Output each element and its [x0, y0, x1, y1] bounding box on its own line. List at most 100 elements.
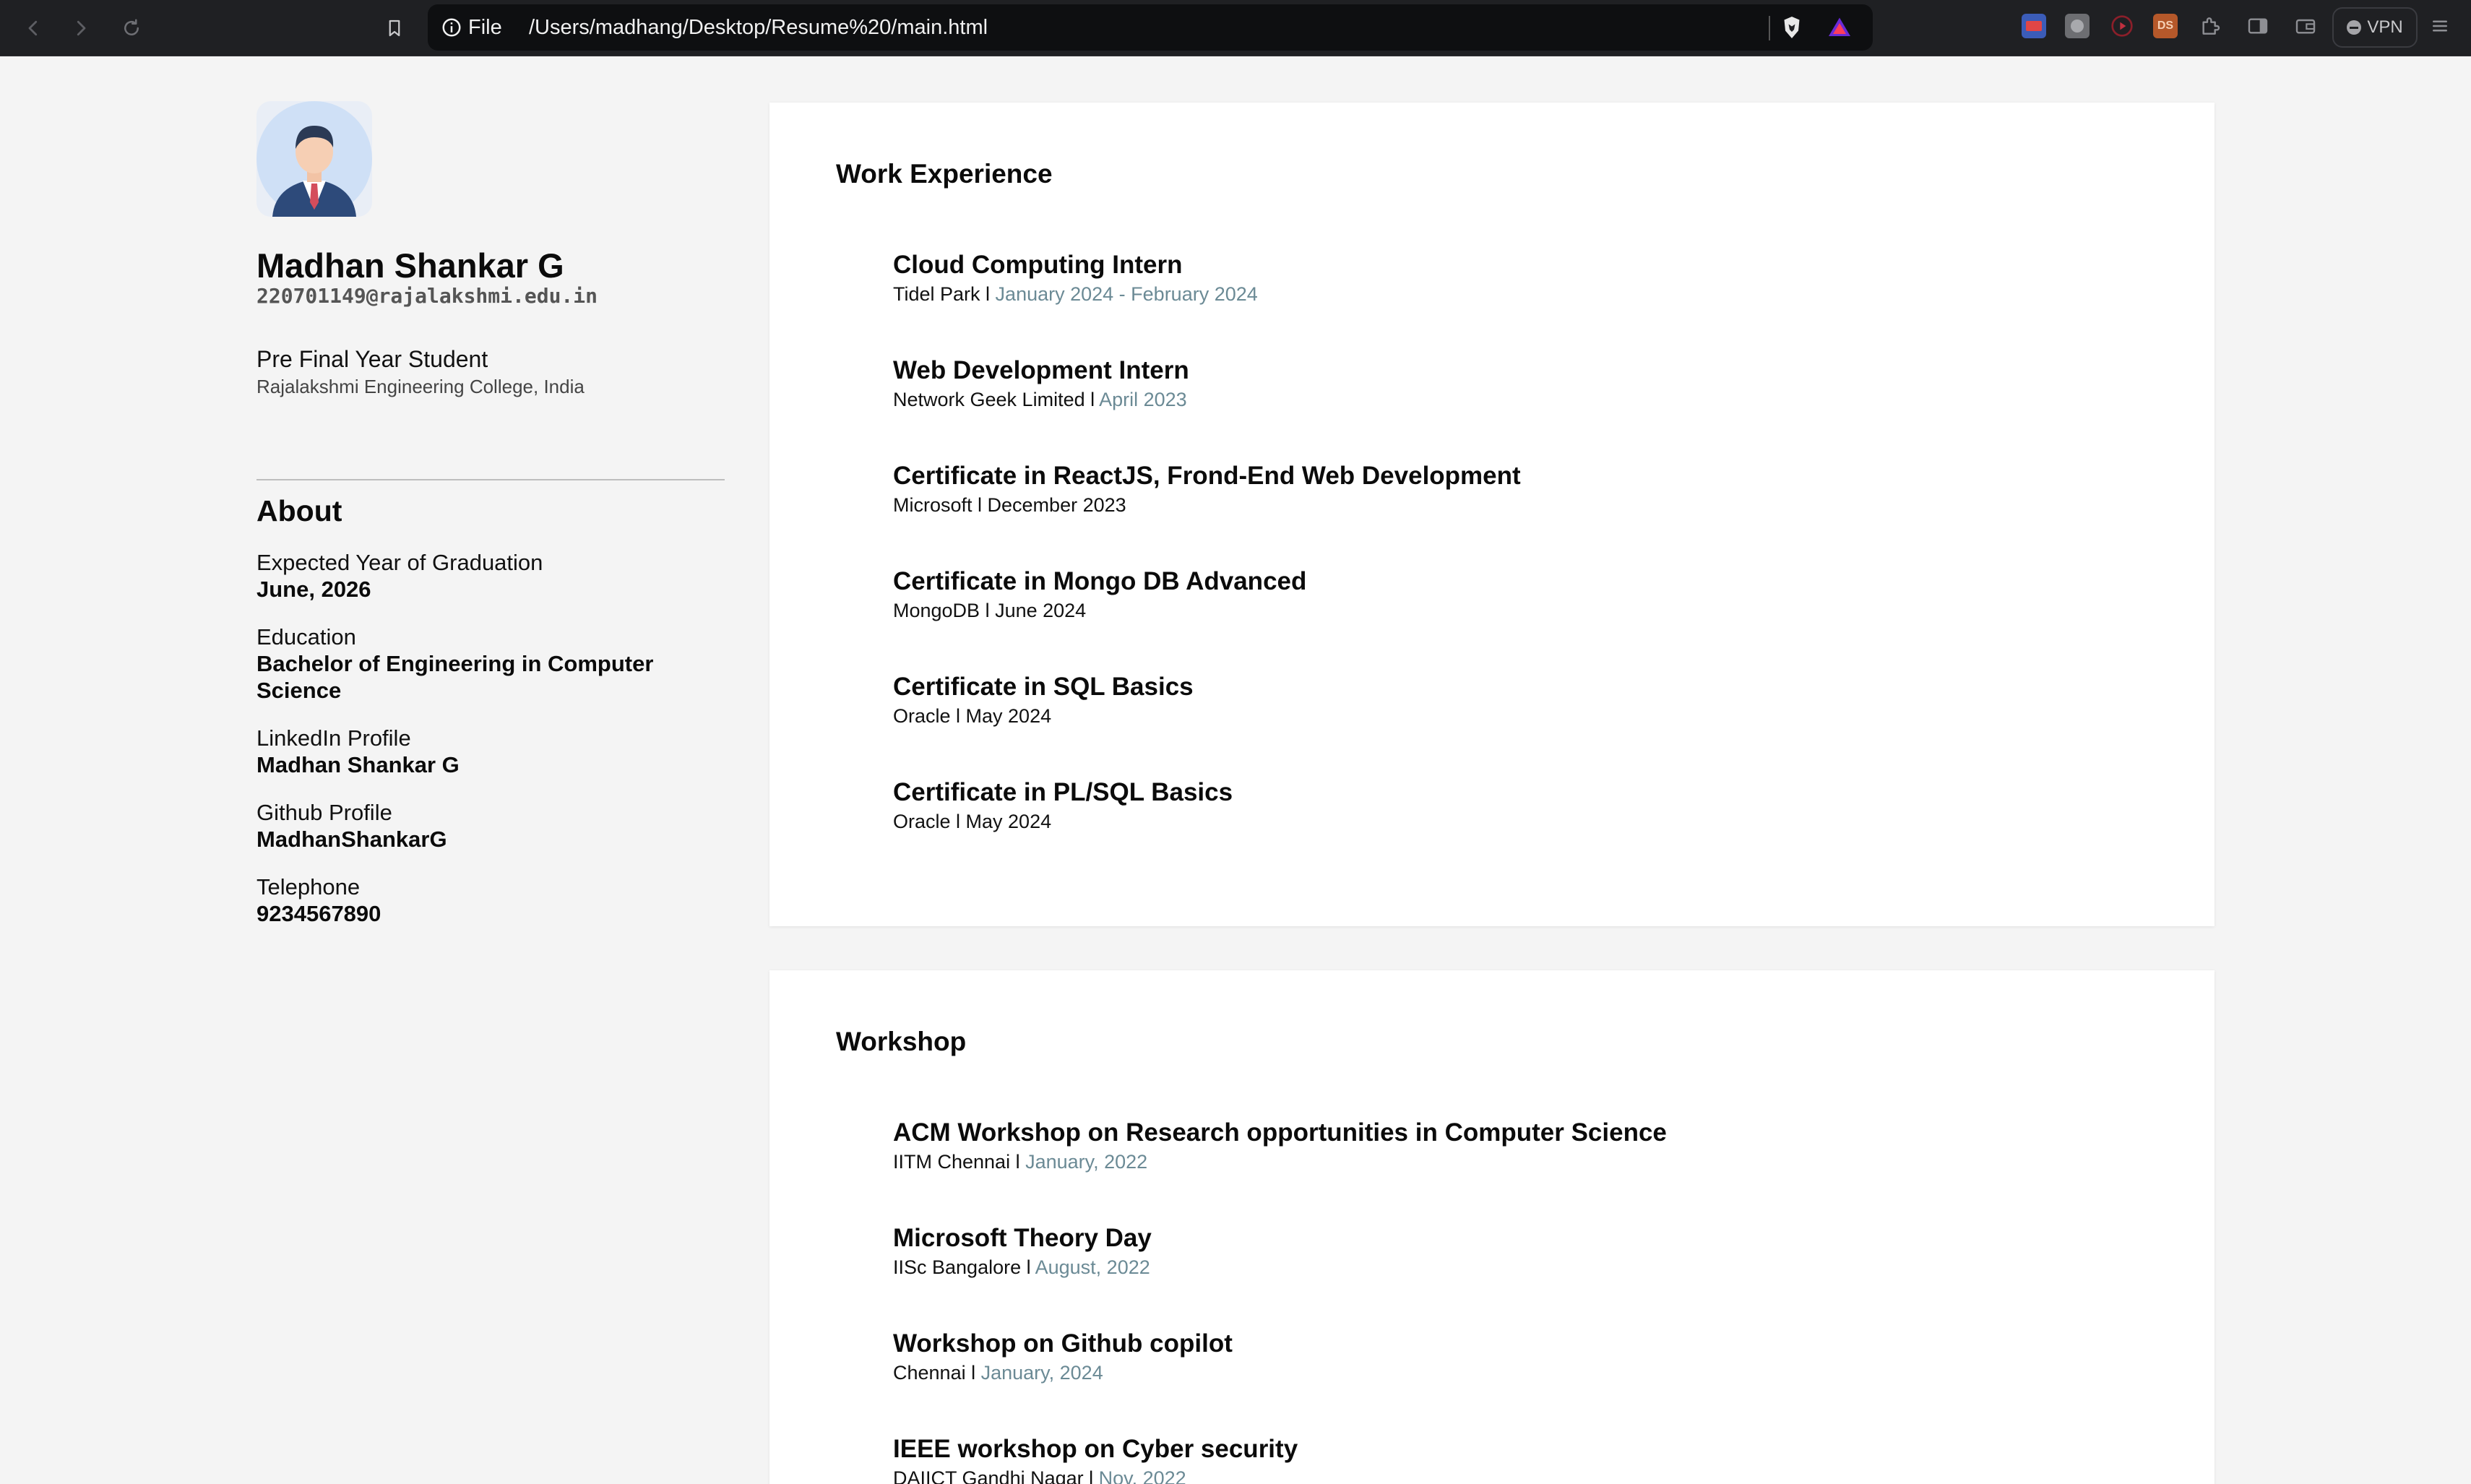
entry-meta: DAIICT Gandhi Nagar l Nov, 2022	[893, 1464, 1667, 1484]
entry-date: December 2023	[987, 494, 1126, 516]
entry-title: Certificate in SQL Basics	[893, 673, 1194, 701]
entry-date: May 2024	[965, 705, 1052, 727]
record-icon[interactable]	[2110, 14, 2134, 38]
list-item: Certificate in PL/SQL Basics Oracle l Ma…	[893, 777, 1521, 883]
reload-icon[interactable]	[116, 12, 147, 44]
url-text[interactable]: /Users/madhang/Desktop/Resume%20/main.ht…	[529, 16, 988, 40]
profile-college: Rajalakshmi Engineering College, India	[256, 376, 585, 397]
list-item: Microsoft Theory Day IISc Bangalore l Au…	[893, 1223, 1667, 1329]
entry-org: Network Geek Limited l	[893, 389, 1100, 410]
entry-org: Oracle l	[893, 705, 966, 727]
entry-title: Web Development Intern	[893, 356, 1189, 384]
list-item: Workshop on Github copilot Chennai l Jan…	[893, 1329, 1667, 1434]
forward-arrow-icon[interactable]	[65, 12, 97, 44]
entry-title: ACM Workshop on Research opportunities i…	[893, 1118, 1667, 1147]
browser-toolbar: File /Users/madhang/Desktop/Resume%20/ma…	[0, 0, 2471, 56]
profile-email: 220701149@rajalakshmi.edu.in	[256, 284, 598, 308]
list-item: Cloud Computing Intern Tidel Park l Janu…	[893, 250, 1521, 355]
entry-date: Nov, 2022	[1098, 1467, 1186, 1484]
workshop-heading: Workshop	[836, 1027, 967, 1056]
entry-meta: MongoDB l June 2024	[893, 597, 1521, 624]
entry-org: DAIICT Gandhi Nagar l	[893, 1467, 1099, 1484]
about-value: Bachelor of Engineering in Computer Scie…	[256, 651, 654, 703]
list-item: Certificate in ReactJS, Frond-End Web De…	[893, 461, 1521, 566]
about-label: Education	[256, 624, 356, 650]
about-value: 9234567890	[256, 901, 381, 926]
entry-date: May 2024	[965, 811, 1052, 832]
about-item-graduation: Expected Year of Graduation June, 2026	[256, 549, 719, 603]
back-arrow-icon[interactable]	[17, 12, 49, 44]
extension-photo-icon[interactable]	[2065, 14, 2090, 38]
entry-org: IITM Chennai l	[893, 1151, 1026, 1173]
about-item-telephone: Telephone 9234567890	[256, 873, 719, 927]
entry-date: January 2024 - February 2024	[995, 283, 1258, 305]
extension-badge-icon[interactable]	[2022, 14, 2046, 38]
about-list: Expected Year of Graduation June, 2026 E…	[256, 549, 719, 948]
vpn-button[interactable]: VPN	[2332, 7, 2418, 48]
entry-title: Microsoft Theory Day	[893, 1224, 1152, 1252]
vpn-status-icon	[2347, 20, 2362, 35]
entry-org: Oracle l	[893, 811, 966, 832]
brave-shield-icon[interactable]	[1779, 14, 1805, 40]
entry-meta: Microsoft l December 2023	[893, 491, 1521, 519]
entry-date: January, 2022	[1025, 1151, 1148, 1173]
ds-extension-icon[interactable]: DS	[2153, 14, 2178, 38]
entry-date: August, 2022	[1035, 1256, 1150, 1278]
url-scheme-label: File	[468, 16, 502, 39]
brave-rewards-icon[interactable]	[1827, 14, 1853, 40]
entry-meta: Tidel Park l January 2024 - February 202…	[893, 280, 1521, 308]
sidebar-icon[interactable]	[2246, 14, 2270, 38]
info-icon[interactable]	[441, 17, 462, 38]
entry-meta: IITM Chennai l January, 2022	[893, 1148, 1667, 1175]
entry-title: Workshop on Github copilot	[893, 1329, 1233, 1358]
about-item-linkedin: LinkedIn Profile Madhan Shankar G	[256, 725, 719, 778]
about-item-github: Github Profile MadhanShankarG	[256, 799, 719, 853]
about-label: Github Profile	[256, 800, 392, 825]
entry-meta: Oracle l May 2024	[893, 808, 1521, 835]
entry-org: IISc Bangalore l	[893, 1256, 1035, 1278]
entry-meta: Chennai l January, 2024	[893, 1359, 1667, 1386]
entry-org: Chennai l	[893, 1362, 981, 1384]
list-item: Certificate in SQL Basics Oracle l May 2…	[893, 672, 1521, 777]
work-experience-list: Cloud Computing Intern Tidel Park l Janu…	[893, 250, 1521, 883]
list-item: ACM Workshop on Research opportunities i…	[893, 1118, 1667, 1223]
entry-title: IEEE workshop on Cyber security	[893, 1435, 1298, 1463]
workshop-card: Workshop ACM Workshop on Research opport…	[769, 970, 2215, 1484]
entry-title: Cloud Computing Intern	[893, 251, 1183, 279]
about-label: Telephone	[256, 874, 361, 900]
entry-title: Certificate in ReactJS, Frond-End Web De…	[893, 462, 1521, 490]
work-experience-card: Work Experience Cloud Computing Intern T…	[769, 103, 2215, 926]
vpn-label: VPN	[2367, 17, 2403, 37]
list-item: IEEE workshop on Cyber security DAIICT G…	[893, 1434, 1667, 1484]
menu-icon[interactable]	[2428, 14, 2452, 38]
list-item: Web Development Intern Network Geek Limi…	[893, 355, 1521, 461]
workshop-list: ACM Workshop on Research opportunities i…	[893, 1118, 1667, 1484]
about-label: LinkedIn Profile	[256, 725, 411, 751]
entry-title: Certificate in PL/SQL Basics	[893, 778, 1233, 806]
about-heading: About	[256, 494, 342, 527]
entry-meta: Oracle l May 2024	[893, 702, 1521, 730]
about-item-education: Education Bachelor of Engineering in Com…	[256, 624, 719, 704]
work-experience-heading: Work Experience	[836, 159, 1053, 189]
sidebar-divider	[256, 479, 725, 480]
url-divider	[1769, 16, 1770, 40]
bookmark-icon[interactable]	[379, 12, 410, 44]
entry-org: Tidel Park l	[893, 283, 996, 305]
profile-name: Madhan Shankar G	[256, 246, 564, 285]
entry-date: January, 2024	[980, 1362, 1103, 1384]
address-bar[interactable]: File /Users/madhang/Desktop/Resume%20/ma…	[428, 4, 1873, 51]
wallet-icon[interactable]	[2293, 14, 2318, 38]
entry-date: June 2024	[995, 600, 1087, 621]
list-item: Certificate in Mongo DB Advanced MongoDB…	[893, 566, 1521, 672]
entry-date: April 2023	[1099, 389, 1187, 410]
entry-title: Certificate in Mongo DB Advanced	[893, 567, 1307, 595]
entry-org: Microsoft l	[893, 494, 988, 516]
about-value: MadhanShankarG	[256, 827, 447, 852]
avatar	[256, 101, 372, 217]
extension-icon[interactable]	[2198, 14, 2222, 38]
about-label: Expected Year of Graduation	[256, 550, 543, 575]
profile-role: Pre Final Year Student	[256, 346, 488, 372]
entry-meta: IISc Bangalore l August, 2022	[893, 1254, 1667, 1281]
about-value: Madhan Shankar G	[256, 752, 460, 777]
entry-org: MongoDB l	[893, 600, 996, 621]
